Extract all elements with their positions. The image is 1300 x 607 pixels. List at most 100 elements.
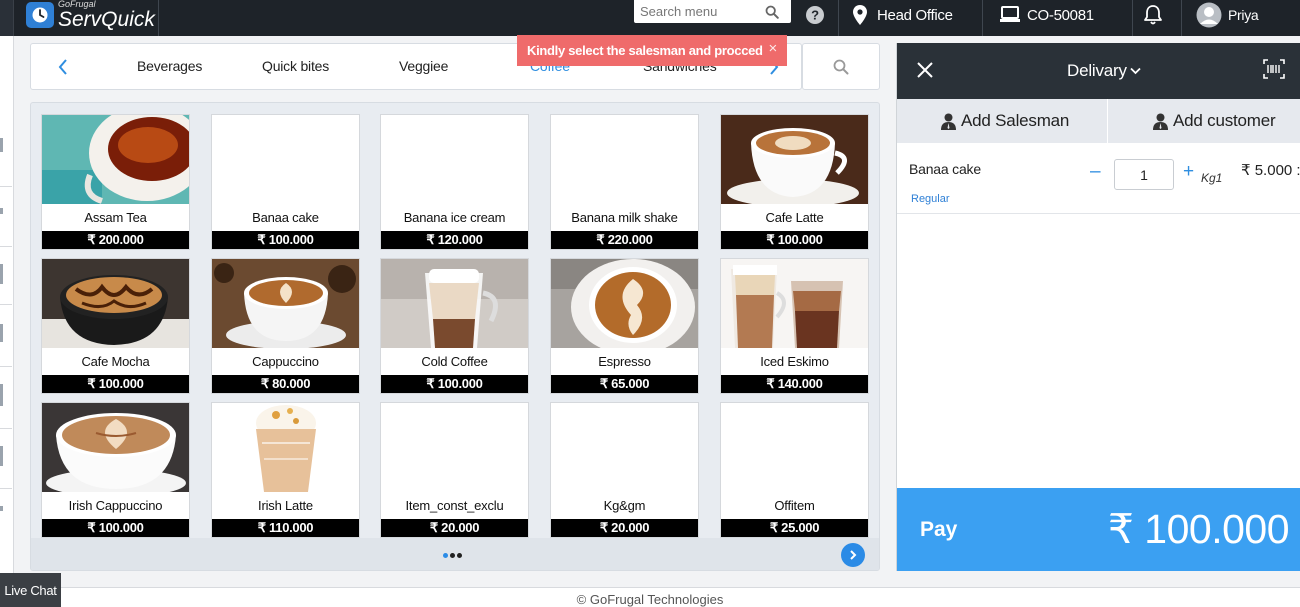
page-dot-active[interactable] [443, 553, 448, 558]
product-name: Irish Cappuccino [68, 498, 163, 513]
product-card[interactable]: Item_const_exclu ₹ 20.000 [380, 402, 529, 538]
product-card[interactable]: Cafe Latte ₹ 100.000 [720, 114, 869, 250]
chevron-right-icon [850, 550, 857, 560]
app-logo[interactable]: GoFrugal ServQuick [26, 0, 155, 30]
product-name: Cappuccino [252, 354, 319, 369]
product-price: ₹ 65.000 [551, 375, 698, 393]
product-card[interactable]: Espresso ₹ 65.000 [550, 258, 699, 394]
category-beverages[interactable]: Beverages [137, 58, 202, 74]
product-card[interactable]: Banana ice cream ₹ 120.000 [380, 114, 529, 250]
menu-search[interactable] [634, 0, 791, 23]
counter-selector[interactable]: CO-50081 [1000, 0, 1094, 30]
line-item-price-type[interactable]: Regular [911, 193, 950, 205]
sidebar-icon[interactable] [0, 208, 3, 214]
product-card[interactable]: Cafe Mocha ₹ 100.000 [41, 258, 190, 394]
chevron-down-icon [1130, 67, 1141, 75]
product-image [381, 115, 528, 204]
quantity-input[interactable] [1114, 159, 1174, 190]
product-card[interactable]: Banana milk shake ₹ 220.000 [550, 114, 699, 250]
product-card[interactable]: Assam Tea ₹ 200.000 [41, 114, 190, 250]
product-price: ₹ 200.000 [42, 231, 189, 249]
product-name: Cafe Latte [765, 210, 824, 225]
increase-qty-button[interactable]: + [1183, 161, 1194, 183]
user-tie-icon [941, 113, 956, 130]
barcode-icon [1263, 59, 1285, 79]
brand-name: ServQuick [58, 8, 155, 31]
search-input[interactable] [640, 4, 765, 19]
product-card[interactable]: Cappuccino ₹ 80.000 [211, 258, 360, 394]
location-selector[interactable]: Head Office [853, 0, 953, 30]
monitor-icon [1000, 6, 1020, 22]
page-dot[interactable] [450, 553, 455, 558]
product-image [551, 403, 698, 492]
product-name: Kg&gm [603, 498, 646, 513]
pay-button[interactable]: Pay ₹ 100.000 [897, 488, 1300, 571]
user-menu[interactable]: Priya [1196, 0, 1259, 30]
decrease-qty-button[interactable]: – [1090, 161, 1101, 183]
line-item-name: Banaa cake [909, 161, 981, 177]
product-name: Cafe Mocha [81, 354, 150, 369]
close-order-button[interactable] [913, 58, 937, 82]
product-card[interactable]: Cold Coffee ₹ 100.000 [380, 258, 529, 394]
category-veggiee[interactable]: Veggiee [399, 58, 448, 74]
order-actions: Add Salesman Add customer [897, 99, 1300, 143]
toast-close-button[interactable]: × [769, 40, 778, 57]
product-image [551, 115, 698, 204]
avatar-icon [1196, 2, 1222, 28]
live-chat-button[interactable]: Live Chat [0, 573, 61, 607]
add-customer-button[interactable]: Add customer [1153, 99, 1276, 143]
sidebar-icon[interactable] [0, 138, 3, 152]
top-bar: GoFrugal ServQuick ? Head Office CO-5008… [0, 0, 1300, 36]
bell-icon [1144, 5, 1162, 25]
product-card[interactable]: Irish Latte ₹ 110.000 [211, 402, 360, 538]
search-icon[interactable] [765, 5, 779, 19]
help-button[interactable]: ? [805, 0, 825, 30]
user-name: Priya [1228, 7, 1259, 23]
line-item-amount: ₹ 5.000 : [1241, 162, 1300, 179]
close-icon [917, 62, 933, 78]
product-name: Banana ice cream [403, 210, 506, 225]
next-page-button[interactable] [841, 543, 865, 567]
product-image [381, 259, 528, 348]
menu-strip[interactable] [0, 0, 14, 36]
product-name: Cold Coffee [421, 354, 488, 369]
product-price: ₹ 100.000 [42, 519, 189, 537]
sidebar-icon[interactable] [0, 384, 3, 406]
product-price: ₹ 140.000 [721, 375, 868, 393]
line-item-unit: Kg1 [1201, 171, 1223, 185]
product-name: Iced Eskimo [760, 354, 829, 369]
product-card[interactable]: Iced Eskimo ₹ 140.000 [720, 258, 869, 394]
product-price: ₹ 80.000 [212, 375, 359, 393]
product-card[interactable]: Banaa cake ₹ 100.000 [211, 114, 360, 250]
product-image [721, 115, 868, 204]
category-quick-bites[interactable]: Quick bites [262, 58, 329, 74]
product-name: Item_const_exclu [405, 498, 504, 513]
category-prev-button[interactable] [51, 54, 75, 80]
product-price: ₹ 100.000 [381, 375, 528, 393]
order-total: ₹ 100.000 [1107, 506, 1290, 552]
product-card[interactable]: Offitem ₹ 25.000 [720, 402, 869, 538]
product-card[interactable]: Irish Cappuccino ₹ 100.000 [41, 402, 190, 538]
product-name: Espresso [598, 354, 651, 369]
sidebar-icon[interactable] [0, 264, 3, 284]
page-dot[interactable] [457, 553, 462, 558]
grid-pager [31, 538, 879, 570]
barcode-scan-button[interactable] [1263, 59, 1285, 79]
category-search-button[interactable] [802, 43, 880, 90]
product-price: ₹ 100.000 [721, 231, 868, 249]
user-tie-icon [1153, 113, 1168, 130]
pay-label: Pay [920, 518, 958, 541]
sidebar-icon[interactable] [0, 324, 3, 342]
sidebar-icon[interactable] [0, 506, 3, 511]
order-line-item[interactable]: Banaa cake Regular – + Kg1 ₹ 5.000 : [897, 143, 1300, 214]
add-salesman-button[interactable]: Add Salesman [941, 99, 1069, 143]
order-mode-dropdown[interactable]: Delivary [1067, 61, 1141, 81]
product-card[interactable]: Kg&gm ₹ 20.000 [550, 402, 699, 538]
clock-logo-icon [26, 2, 54, 28]
notifications-button[interactable] [1143, 0, 1163, 30]
product-name: Irish Latte [258, 498, 313, 513]
sidebar-icon[interactable] [0, 446, 3, 466]
search-icon [833, 59, 849, 74]
product-price: ₹ 120.000 [381, 231, 528, 249]
order-header: Delivary [897, 43, 1300, 99]
